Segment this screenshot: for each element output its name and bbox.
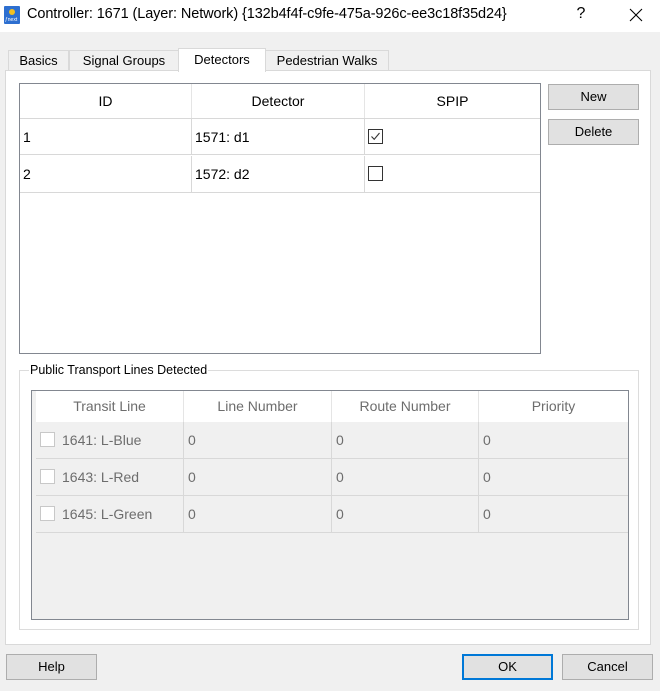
cell-detector: 1571: d1: [192, 119, 365, 155]
cell-transit-line: 1641: L-Blue: [36, 422, 184, 458]
group-title: Public Transport Lines Detected: [29, 363, 209, 377]
close-icon[interactable]: [628, 7, 644, 23]
cell-priority: 0: [483, 506, 491, 522]
column-header-line-number[interactable]: Line Number: [184, 391, 332, 422]
transit-line-label: 1641: L-Blue: [62, 432, 142, 448]
column-header-spip[interactable]: SPIP: [365, 84, 540, 118]
ok-button[interactable]: OK: [462, 654, 553, 680]
table-row[interactable]: 1643: L-Red 0 0 0: [36, 459, 628, 496]
table-row[interactable]: 1641: L-Blue 0 0 0: [36, 422, 628, 459]
cell-detector: 1572: d2: [192, 156, 365, 192]
cell-transit-line: 1645: L-Green: [36, 496, 184, 532]
window-title: Controller: 1671 (Layer: Network) {132b4…: [27, 6, 507, 22]
transit-line-checkbox[interactable]: [40, 506, 55, 522]
cancel-button[interactable]: Cancel: [562, 654, 653, 680]
cell-id: 1: [20, 119, 192, 155]
app-icon: ƒnext: [4, 6, 20, 24]
cell-id: 2: [20, 156, 192, 192]
tab-detectors[interactable]: Detectors: [178, 48, 266, 72]
cell-priority: 0: [483, 469, 491, 485]
help-icon[interactable]: ?: [575, 5, 587, 23]
cell-spip: [365, 156, 540, 192]
table-row[interactable]: 1645: L-Green 0 0 0: [36, 496, 628, 533]
help-button[interactable]: Help: [6, 654, 97, 680]
column-header-id[interactable]: ID: [20, 84, 192, 118]
column-header-priority[interactable]: Priority: [479, 391, 628, 422]
detectors-table-header: ID Detector SPIP: [20, 84, 540, 118]
new-button[interactable]: New: [548, 84, 639, 110]
spip-checkbox[interactable]: [368, 129, 383, 145]
table-row[interactable]: 1 1571: d1: [20, 118, 540, 155]
cell-line-number: 0: [184, 422, 332, 458]
checkmark-icon: [371, 132, 380, 141]
cell-spip: [365, 119, 540, 155]
cell-priority: 0: [483, 432, 491, 448]
table-row[interactable]: 2 1572: d2: [20, 156, 540, 193]
cell-route-number: 0: [332, 422, 479, 458]
detectors-table[interactable]: ID Detector SPIP 1 1571: d1 2 1572: d2: [19, 83, 541, 354]
transit-table-header: Transit Line Line Number Route Number Pr…: [36, 391, 628, 422]
app-icon-text: ƒnext: [5, 17, 18, 23]
tab-pedestrian-walks[interactable]: Pedestrian Walks: [265, 50, 389, 71]
cell-route-number: 0: [332, 496, 479, 532]
transit-line-checkbox[interactable]: [40, 432, 55, 448]
column-header-transit-line[interactable]: Transit Line: [36, 391, 184, 422]
tab-signal-groups[interactable]: Signal Groups: [69, 50, 179, 71]
cell-line-number: 0: [184, 459, 332, 495]
detectors-tab-panel: ID Detector SPIP 1 1571: d1 2 1572: d2 N…: [5, 70, 651, 645]
delete-button[interactable]: Delete: [548, 119, 639, 145]
title-bar: ƒnext Controller: 1671 (Layer: Network) …: [0, 0, 660, 32]
tab-basics[interactable]: Basics: [8, 50, 69, 71]
transit-line-label: 1645: L-Green: [62, 506, 153, 522]
spip-checkbox[interactable]: [368, 166, 383, 182]
column-header-route-number[interactable]: Route Number: [332, 391, 479, 422]
transit-line-label: 1643: L-Red: [62, 469, 140, 485]
public-transport-group: Public Transport Lines Detected Transit …: [19, 363, 639, 630]
cell-line-number: 0: [184, 496, 332, 532]
transit-lines-table[interactable]: Transit Line Line Number Route Number Pr…: [31, 390, 629, 620]
cell-transit-line: 1643: L-Red: [36, 459, 184, 495]
cell-route-number: 0: [332, 459, 479, 495]
app-icon-dot: [9, 9, 15, 15]
column-header-detector[interactable]: Detector: [192, 84, 365, 118]
transit-line-checkbox[interactable]: [40, 469, 55, 485]
